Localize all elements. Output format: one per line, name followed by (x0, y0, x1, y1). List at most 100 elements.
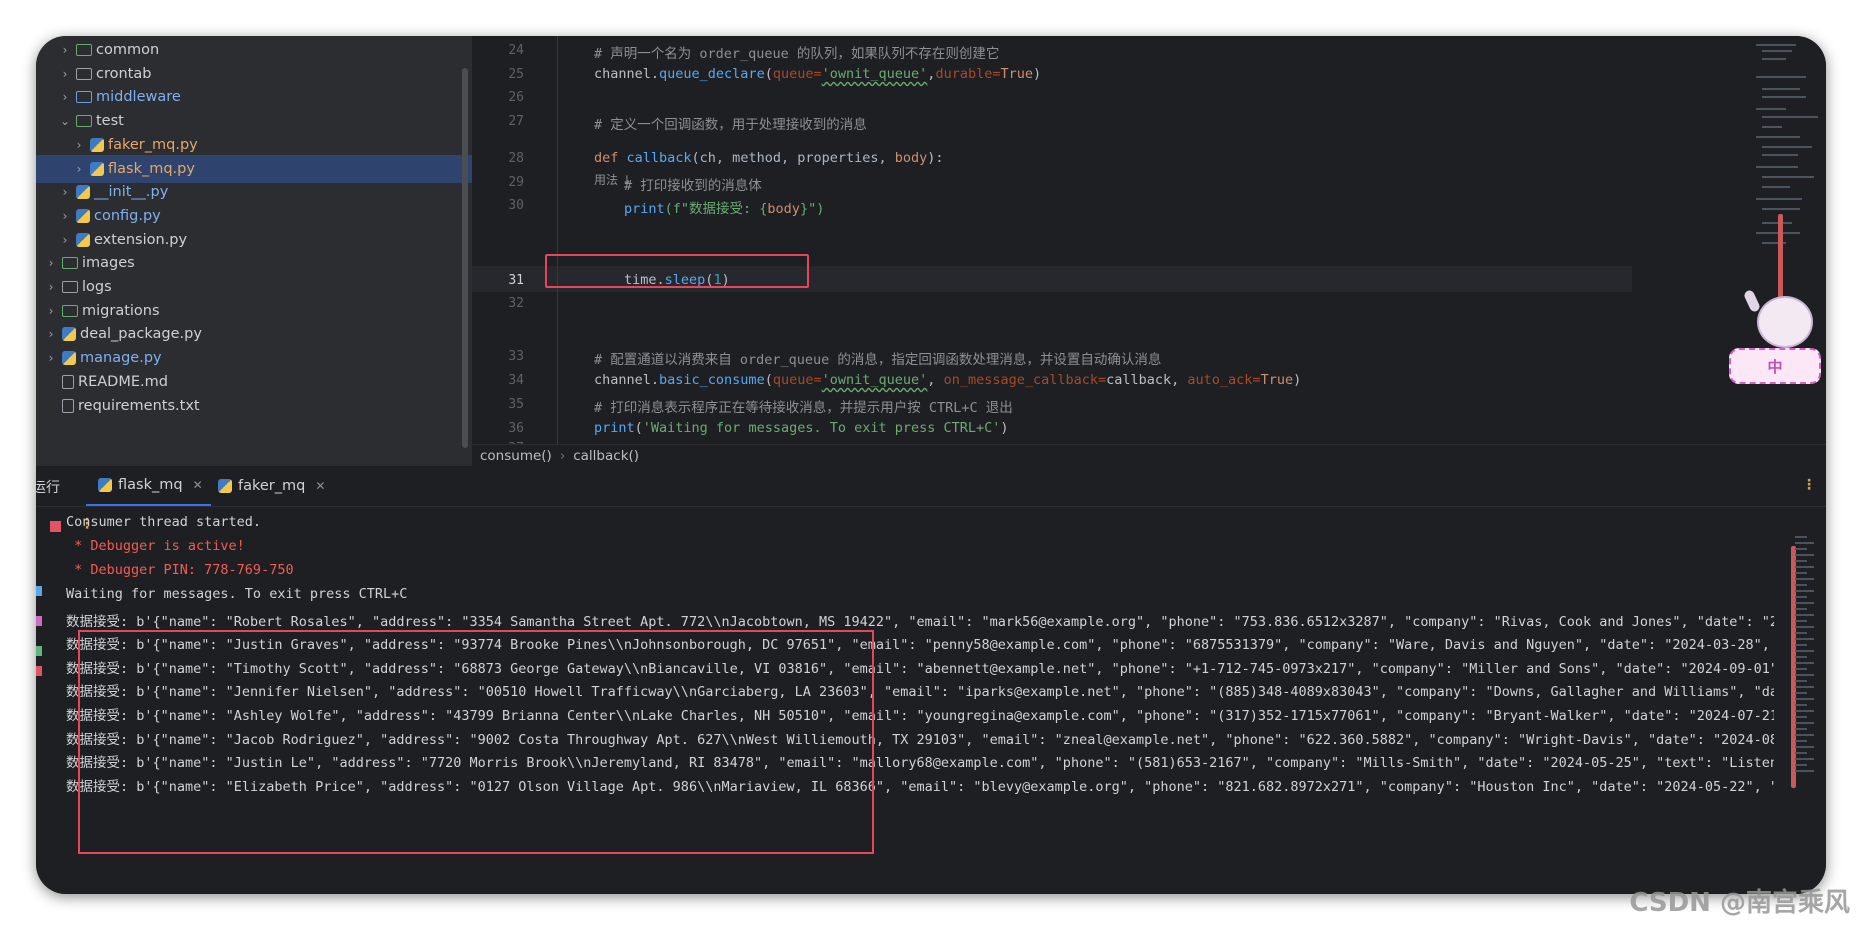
tree-item-label: manage.py (80, 350, 162, 367)
ide-window: › common › crontab › middleware ⌄ test › faker_mq… (36, 36, 1826, 894)
minimap-line (1795, 578, 1814, 580)
mascot-widget[interactable]: 中 (1729, 288, 1839, 390)
code-line-35[interactable]: # 打印消息表示程序正在等待接收消息，并提示用户按 CTRL+C 退出 (594, 396, 1013, 416)
minimap-line (1795, 554, 1814, 556)
delete-icon[interactable] (36, 666, 42, 676)
minimap-line (1795, 614, 1814, 616)
breadcrumb-callback[interactable]: callback() (573, 448, 639, 464)
tab-label: faker_mq (238, 478, 306, 494)
line-number: 26 (508, 90, 524, 105)
minimap-line (1795, 584, 1807, 586)
tree-item-label: extension.py (94, 231, 188, 248)
minimap-line (1762, 96, 1806, 98)
line-number: 24 (508, 43, 524, 58)
folder-icon (62, 281, 78, 293)
chevron-right-icon[interactable]: › (58, 90, 72, 104)
minimap-line (1756, 76, 1806, 78)
chevron-right-icon[interactable]: › (44, 256, 58, 270)
chevron-right-icon[interactable]: › (58, 185, 72, 199)
run-panel-title: 运行 (36, 480, 60, 496)
tree-item-label: test (96, 113, 124, 130)
minimap-line (1756, 136, 1800, 138)
minimap-line (1762, 88, 1800, 90)
minimap-line (1795, 638, 1814, 640)
code-editor[interactable]: 2425262728293031323334353637 # 声明一个名为 or… (472, 36, 1826, 466)
minimap-line (1795, 650, 1814, 652)
input-method-badge[interactable]: 中 (1729, 348, 1821, 384)
more-options-icon[interactable]: ⋮ (1802, 477, 1816, 493)
python-file-icon (218, 479, 232, 493)
line-gutter: 2425262728293031323334353637 (472, 36, 566, 456)
breadcrumb-separator-icon: › (559, 448, 566, 464)
tree-scrollbar[interactable] (462, 68, 468, 448)
minimap-line (1762, 208, 1800, 210)
close-icon[interactable]: ✕ (315, 479, 325, 493)
code-line-33[interactable]: # 配置通道以消费来自 order_queue 的消息，指定回调函数处理消息，并… (594, 348, 1161, 368)
line-number: 34 (508, 373, 524, 388)
chevron-right-icon[interactable]: › (58, 233, 72, 247)
code-line-28[interactable]: def callback(ch, method, properties, bod… (594, 150, 944, 166)
print-icon[interactable] (36, 646, 42, 656)
chevron-right-icon[interactable]: › (44, 327, 58, 341)
code-line-25[interactable]: channel.queue_declare(queue='ownit_queue… (594, 66, 1041, 82)
chevron-right-icon[interactable]: › (72, 162, 86, 176)
tree-item-label: flask_mq.py (108, 160, 195, 177)
minimap-line (1795, 596, 1807, 598)
minimap-line (1795, 560, 1807, 562)
console-line: * Debugger PIN: 778-769-750 (66, 562, 294, 578)
chevron-right-icon[interactable]: › (72, 138, 86, 152)
tab-flask-mq[interactable]: flask_mq ✕ (86, 466, 211, 506)
code-line-34[interactable]: channel.basic_consume(queue='ownit_queue… (594, 372, 1301, 388)
python-file-icon (98, 478, 112, 492)
python-file-icon (76, 185, 90, 200)
chevron-right-icon[interactable]: › (58, 209, 72, 223)
breadcrumb-consume[interactable]: consume() (480, 448, 552, 464)
tree-item-requirements-txt[interactable]: requirements.txt (36, 392, 200, 420)
minimap-line (1795, 608, 1807, 610)
tab-faker-mq[interactable]: faker_mq ✕ (206, 466, 333, 506)
minimap-line (1795, 536, 1807, 538)
annotation-box-sleep (545, 254, 809, 288)
chevron-right-icon[interactable]: › (44, 304, 58, 318)
minimap-line (1756, 166, 1798, 168)
code-line-24[interactable]: # 声明一个名为 order_queue 的队列，如果队列不存在则创建它 (594, 42, 999, 62)
settings-icon[interactable] (36, 616, 42, 626)
tree-item-label: images (82, 255, 135, 272)
minimap-line (1795, 710, 1814, 712)
minimap-line (1795, 728, 1807, 730)
rerun-icon[interactable] (36, 586, 42, 596)
code-line-29[interactable]: # 打印接收到的消息体 (624, 174, 762, 194)
minimap-line (1795, 692, 1807, 694)
minimap-line (1795, 572, 1807, 574)
line-number: 33 (508, 349, 524, 364)
chevron-right-icon[interactable]: › (44, 280, 58, 294)
tree-item-label: common (96, 42, 160, 58)
chevron-right-icon[interactable]: › (58, 67, 72, 81)
tree-item-label: migrations (82, 302, 160, 319)
stop-icon[interactable] (50, 521, 61, 532)
tree-item-label: logs (82, 279, 112, 295)
minimap-line (1762, 126, 1782, 128)
chevron-down-icon[interactable]: ⌄ (58, 114, 72, 128)
chevron-right-icon[interactable]: › (44, 351, 58, 365)
code-line-27[interactable]: # 定义一个回调函数，用于处理接收到的消息 (594, 113, 867, 133)
minimap-line (1795, 602, 1814, 604)
minimap-line (1795, 620, 1807, 622)
folder-icon (76, 67, 92, 80)
minimap-line (1756, 44, 1796, 46)
minimap-line (1756, 198, 1802, 200)
python-file-icon (90, 161, 104, 176)
minimap-line (1762, 116, 1818, 118)
python-file-icon (62, 351, 76, 366)
tree-item-label: crontab (96, 65, 152, 82)
minimap-line (1795, 548, 1807, 550)
chevron-right-icon[interactable]: › (58, 43, 72, 57)
close-icon[interactable]: ✕ (193, 478, 203, 492)
minimap-line (1795, 626, 1814, 628)
python-file-icon (90, 137, 104, 152)
run-tabs-bar: 运行 flask_mq ✕ faker_mq ✕ ⋮ (36, 466, 1826, 507)
code-line-36[interactable]: print('Waiting for messages. To exit pre… (594, 420, 1009, 436)
console-line: * Debugger is active! (66, 538, 245, 554)
code-line-30[interactable]: print(f"数据接受: {body}") (624, 197, 824, 217)
minimap-line (1795, 590, 1814, 592)
